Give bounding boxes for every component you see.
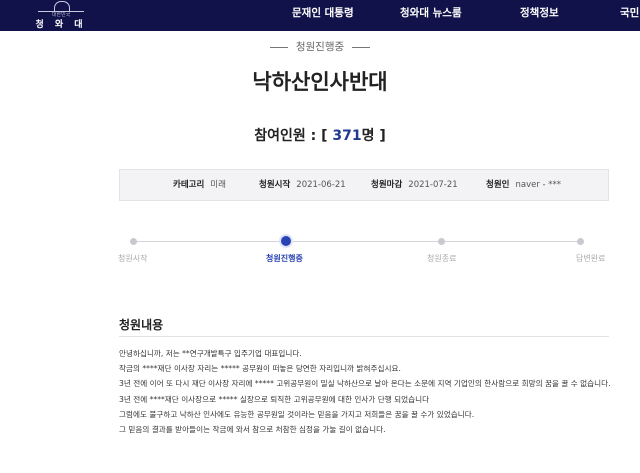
content-paragraph: 3년 전에 ****재단 이사장으로 ***** 실장으로 퇴직한 고위공무원에… xyxy=(119,394,430,404)
info-start-date: 청원시작 2021-06-21 xyxy=(259,170,346,202)
content-paragraph: 그럼에도 불구하고 낙하산 인사에도 유능한 공무원일 것이라는 믿음을 가지고… xyxy=(119,409,475,419)
progress-label-start: 청원시작 xyxy=(118,254,148,263)
petition-content: 안녕하십니까, 저는 **연구개발특구 입주기업 대표입니다. 작금의 ****… xyxy=(119,346,615,437)
status-text: 청원진행중 xyxy=(295,41,345,53)
info-value: 2021-07-21 xyxy=(408,180,458,190)
petition-title: 낙하산인사반대 xyxy=(252,70,388,94)
status-dash-left xyxy=(269,46,288,48)
content-paragraph: 작금의 ****재단 이사장 자리는 ***** 공무원이 떠놓은 당연한 자리… xyxy=(119,364,401,374)
info-key: 카테고리 xyxy=(173,180,205,190)
progress-label-answered: 답변완료 xyxy=(576,254,606,263)
info-value: 미래 xyxy=(210,180,226,190)
site-header: 대한민국 청 와 대 문재인 대통령 청와대 뉴스룸 정책정보 국민 xyxy=(0,0,640,31)
info-key: 청원인 xyxy=(486,180,510,190)
nav-citizen[interactable]: 국민 xyxy=(620,0,639,31)
progress-dot-ongoing xyxy=(281,236,291,246)
content-divider xyxy=(119,336,609,337)
cheongwadae-logo[interactable]: 대한민국 청 와 대 xyxy=(31,0,91,31)
progress-dot-answered xyxy=(577,238,584,245)
count-suffix: 명 ] xyxy=(361,128,386,144)
count-prefix: 참여인원 : [ xyxy=(254,128,333,144)
progress-label-closed: 청원종료 xyxy=(427,254,457,263)
progress-label-ongoing: 청원진행중 xyxy=(266,254,303,263)
info-key: 청원마감 xyxy=(371,180,403,190)
count-value: 371 xyxy=(332,128,362,144)
nav-newsroom[interactable]: 청와대 뉴스룸 xyxy=(400,0,462,31)
nav-president[interactable]: 문재인 대통령 xyxy=(292,0,354,31)
content-paragraph: 그 믿음의 결과를 받아들이는 작금에 와서 참으로 처참한 심정을 가눌 길이… xyxy=(119,425,386,435)
info-value: 2021-06-21 xyxy=(296,180,346,190)
info-key: 청원시작 xyxy=(259,180,291,190)
progress-dot-start xyxy=(130,238,137,245)
info-value: naver - *** xyxy=(515,180,562,190)
petition-info-box: 카테고리 미래 청원시작 2021-06-21 청원마감 2021-07-21 청원인… xyxy=(119,169,609,201)
progress-dot-closed xyxy=(438,238,445,245)
status-dash-right xyxy=(352,46,371,48)
content-paragraph: 3년 전에 이어 또 다시 재단 이사장 자리에 ***** 고위공무원이 밀실… xyxy=(119,379,611,389)
content-heading: 청원내용 xyxy=(119,318,164,332)
logo-title: 청 와 대 xyxy=(35,20,87,30)
content-paragraph: 안녕하십니까, 저는 **연구개발특구 입주기업 대표입니다. xyxy=(119,349,302,358)
info-category: 카테고리 미래 xyxy=(173,170,226,202)
petition-status: 청원진행중 xyxy=(0,39,640,54)
info-petitioner: 청원인 naver - *** xyxy=(486,170,561,202)
progress-track xyxy=(133,241,580,242)
participant-count: 참여인원 : [ 371명 ] xyxy=(0,125,640,145)
nav-policy[interactable]: 정책정보 xyxy=(520,0,559,31)
info-end-date: 청원마감 2021-07-21 xyxy=(371,170,458,202)
